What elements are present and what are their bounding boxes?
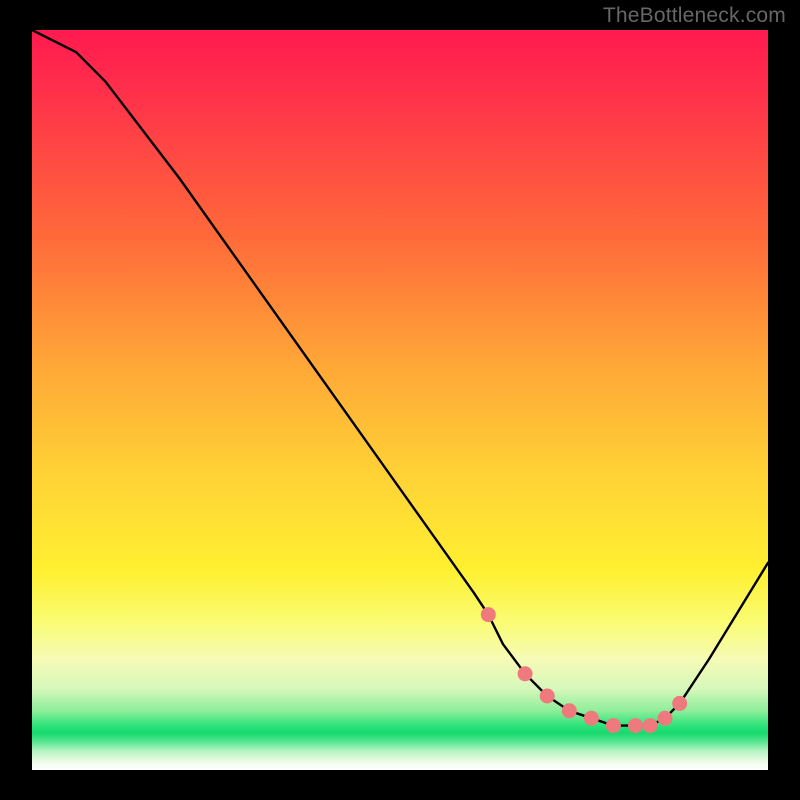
highlight-markers: [481, 607, 687, 733]
marker-dot: [540, 689, 555, 704]
bottleneck-curve-path: [32, 30, 768, 726]
marker-dot: [658, 711, 673, 726]
watermark-text: TheBottleneck.com: [603, 4, 786, 28]
curve-layer: [32, 30, 768, 770]
marker-dot: [606, 718, 621, 733]
marker-dot: [643, 718, 658, 733]
plot-area: [32, 30, 768, 770]
marker-dot: [672, 696, 687, 711]
marker-dot: [562, 703, 577, 718]
marker-dot: [628, 718, 643, 733]
marker-dot: [584, 711, 599, 726]
marker-dot: [481, 607, 496, 622]
chart-frame: TheBottleneck.com: [0, 0, 800, 800]
marker-dot: [518, 666, 533, 681]
